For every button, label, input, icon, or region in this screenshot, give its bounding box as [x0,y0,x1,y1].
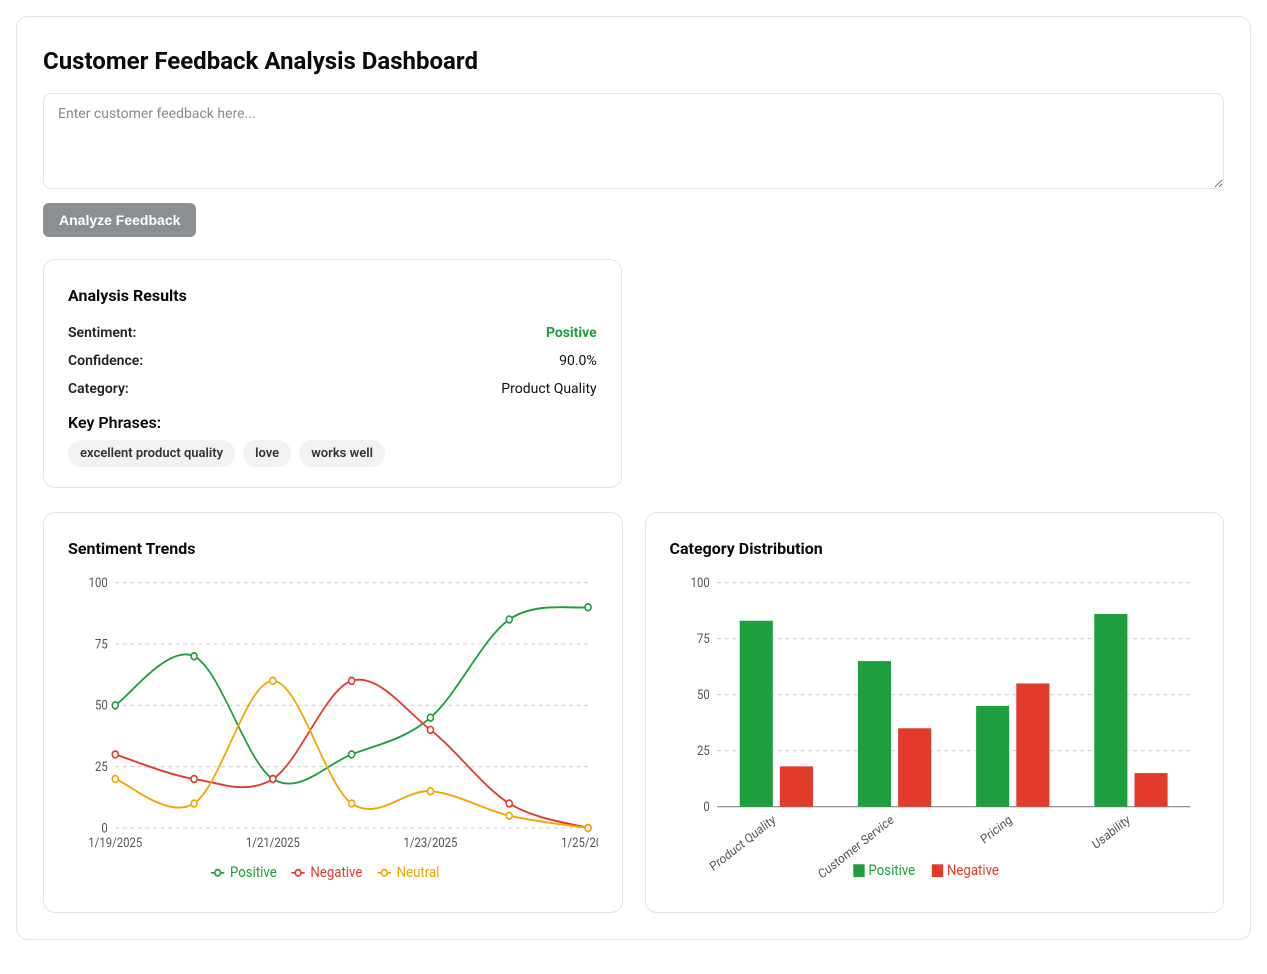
key-phrase-chip: love [243,440,291,467]
category-distribution-chart: 0255075100Product QualityCustomer Servic… [670,572,1200,892]
sentiment-label: Sentiment: [68,325,136,341]
svg-text:Neutral: Neutral [397,864,440,881]
svg-text:50: 50 [696,687,709,702]
page-title: Customer Feedback Analysis Dashboard [43,47,1224,75]
svg-text:25: 25 [696,743,709,758]
sentiment-trends-title: Sentiment Trends [68,539,598,558]
svg-text:Negative: Negative [310,864,362,881]
svg-text:1/23/2025: 1/23/2025 [403,836,457,851]
sentiment-trends-card: Sentiment Trends 0 25 50 75 100 1/19/2025 1/21… [43,512,623,913]
key-phrase-chip: works well [299,440,385,467]
confidence-value: 90.0% [559,353,597,369]
svg-text:100: 100 [690,575,709,590]
category-distribution-card: Category Distribution 0 25 50 75 100 Product … [645,512,1225,913]
analysis-results-card: Analysis Results Sentiment: Positive Con… [43,259,622,488]
key-phrases-list: excellent product quality love works well [68,440,597,467]
svg-text:1/25/2025: 1/25/2025 [561,836,597,851]
dashboard-container: Customer Feedback Analysis Dashboard Ana… [16,16,1251,940]
svg-text:1/19/2025: 1/19/2025 [88,836,142,851]
svg-text:1/21/2025: 1/21/2025 [246,836,300,851]
sentiment-trends-chart: 0 25 50 75 100 1/19/2025 1/21/2025 1/23/2025 1/2… [68,572,598,892]
svg-text:0: 0 [703,799,710,814]
category-distribution-title: Category Distribution [670,539,1200,558]
results-title: Analysis Results [68,286,597,305]
sentiment-value: Positive [546,325,597,341]
svg-text:0: 0 [101,821,108,836]
svg-text:75: 75 [696,631,709,646]
key-phrase-chip: excellent product quality [68,440,235,467]
category-label: Category: [68,381,129,397]
analyze-button[interactable]: Analyze Feedback [43,203,196,237]
feedback-input[interactable] [43,93,1224,189]
svg-text:50: 50 [95,698,108,713]
svg-text:100: 100 [89,575,108,590]
key-phrases-label: Key Phrases: [68,413,597,432]
svg-text:Product Quality: Product Quality [707,812,778,874]
svg-text:25: 25 [95,759,108,774]
charts-row: Sentiment Trends 0 25 50 75 100 1/19/2025 1/21… [43,512,1224,913]
svg-text:Positive: Positive [868,862,915,879]
category-value: Product Quality [501,381,596,397]
svg-text:75: 75 [95,637,108,652]
result-row-category: Category: Product Quality [68,375,597,403]
svg-text:Usability: Usability [1089,812,1132,852]
svg-text:Pricing: Pricing [978,812,1014,847]
svg-text:Positive: Positive [230,864,277,881]
confidence-label: Confidence: [68,353,143,369]
result-row-confidence: Confidence: 90.0% [68,347,597,375]
svg-text:Negative: Negative [946,862,998,879]
result-row-sentiment: Sentiment: Positive [68,319,597,347]
